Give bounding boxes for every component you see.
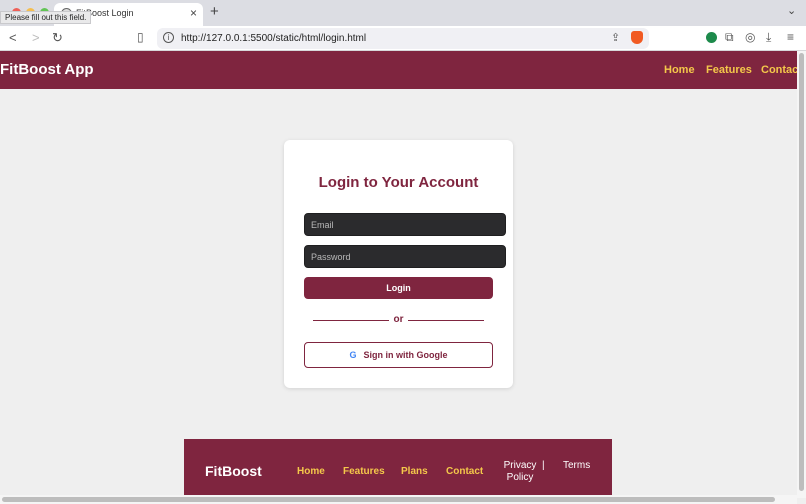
footer-features-link[interactable]: Features [343,466,385,477]
tab-list-chevron-icon[interactable]: ⌄ [787,4,796,17]
url-text[interactable]: http://127.0.0.1:5500/static/html/login.… [181,33,366,44]
share-icon[interactable]: ⇪ [611,31,620,44]
login-button[interactable]: Login [304,277,493,299]
menu-icon[interactable]: ≡ [787,30,794,44]
vertical-scrollbar[interactable] [797,51,806,498]
site-logo[interactable]: FitBoost App [0,61,94,78]
reload-icon[interactable]: ↻ [52,30,63,46]
bookmark-icon[interactable]: ▯ [137,30,144,44]
vertical-scroll-thumb[interactable] [799,53,804,491]
login-card: Login to Your Account Login or G Sign in … [284,140,513,388]
browser-toolbar: < > ↻ ▯ i http://127.0.0.1:5500/static/h… [0,26,806,51]
footer-plans-link[interactable]: Plans [401,466,428,477]
footer-contact-link[interactable]: Contact [446,466,483,477]
extension-icon[interactable] [706,32,717,43]
page-viewport: FitBoost App Home Features Contact Login… [0,51,797,498]
email-input[interactable] [304,213,506,236]
back-icon[interactable]: < [9,30,17,45]
validation-tooltip: Please fill out this field. [0,11,92,24]
google-signin-button[interactable]: G Sign in with Google [304,342,493,368]
horizontal-scrollbar[interactable] [0,495,797,504]
nav-contact-link[interactable]: Contact [761,64,797,76]
site-header: FitBoost App Home Features Contact [0,51,797,89]
wallet-icon[interactable]: ◎ [745,30,755,44]
footer-home-link[interactable]: Home [297,466,325,477]
footer-privacy-link[interactable]: Privacy Policy [500,460,540,484]
close-tab-icon[interactable]: × [190,6,197,20]
nav-home-link[interactable]: Home [664,64,695,76]
footer-separator: | [542,460,545,471]
horizontal-scroll-thumb[interactable] [2,497,775,502]
brave-shields-icon[interactable] [631,31,643,44]
download-icon[interactable]: ⤓ [766,30,771,45]
password-input[interactable] [304,245,506,268]
browser-tab-strip: FitBoost Login × + ⌄ [0,0,806,26]
divider-or: or [393,314,404,325]
google-icon: G [349,350,357,360]
forward-icon[interactable]: > [32,30,40,45]
footer-logo: FitBoost [205,463,262,479]
footer-terms-link[interactable]: Terms [563,460,590,471]
site-info-icon[interactable]: i [163,32,174,43]
login-title: Login to Your Account [318,174,479,191]
new-tab-button[interactable]: + [210,3,219,20]
google-signin-label: Sign in with Google [363,350,448,360]
site-footer: FitBoost Home Features Plans Contact Pri… [184,439,612,498]
puzzle-icon[interactable]: ⧉ [725,30,734,45]
url-bar[interactable]: i http://127.0.0.1:5500/static/html/logi… [157,28,649,49]
nav-features-link[interactable]: Features [706,64,752,76]
